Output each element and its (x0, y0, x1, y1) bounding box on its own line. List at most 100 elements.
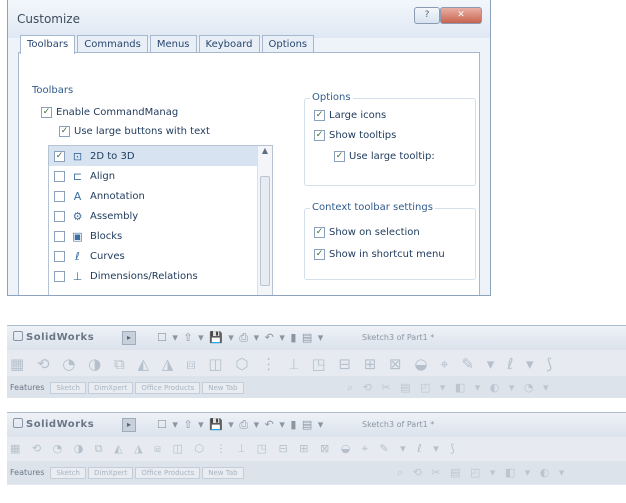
checkbox-mark[interactable]: ✓ (54, 150, 65, 162)
curves-icon: ℓ (75, 249, 80, 263)
options-group-label: Options (310, 92, 353, 103)
menu-arrow-icon[interactable]: ▸ (122, 418, 136, 432)
checkbox-mark: ✓ (41, 107, 52, 118)
commandmanager-tabs-row: Features Sketch DimXpert Office Products… (7, 461, 626, 484)
quick-access-toolbar[interactable]: ☐ ▾ ⇧ ▾ 💾 ▾ ⎙ ▾ ↶ ▾ ▮ ▤ ▾ (157, 331, 324, 345)
tab-sketch[interactable]: Sketch (50, 381, 86, 394)
checkbox-mark: ✓ (59, 126, 70, 137)
document-title: Sketch3 of Part1 * (362, 333, 435, 342)
toolbar-list-item[interactable]: ℓ Curves (49, 246, 272, 266)
checkbox-mark: ✓ (314, 249, 325, 260)
toolbar-list-item[interactable]: ⊥ Dimensions/Relations (49, 266, 272, 286)
checkbox-mark[interactable] (54, 170, 65, 182)
show-on-selection-label: Show on selection (329, 227, 420, 238)
checkbox-mark: ✓ (314, 227, 325, 238)
toolbar-list-item-label: Blocks (90, 230, 123, 242)
document-title: Sketch3 of Part1 * (362, 420, 435, 429)
tab-strip: Toolbars Commands Menus Keyboard Options (20, 35, 316, 54)
tab-features[interactable]: Features (10, 383, 44, 392)
toolbar-list-item-label: Align (90, 170, 116, 182)
large-buttons-label: Use large buttons with text (74, 126, 210, 137)
commandmanager-icons-row: ▦ ⟲ ◔ ◑ ⧉ ◭ ◮ ⧈ ◫ ⬡ ⋮ ⟂ ◳ ⊟ ⊞ ⊠ ◒ ⌖ ✎ ▾ … (7, 437, 626, 461)
scroll-up-icon[interactable]: ▲ (258, 146, 272, 160)
2d-to-3d-icon: ⊡ (72, 149, 83, 163)
dialog-title: Customize (17, 12, 80, 26)
checkbox-mark[interactable] (54, 210, 65, 222)
show-tooltips-checkbox[interactable]: ✓ Show tooltips (314, 130, 396, 141)
view-toolbar-icons[interactable]: ⌕ ⟲ ✂ ▤ ◰ ▾ ◧ ▾ ◐ ▾ (397, 466, 567, 480)
show-in-shortcut-label: Show in shortcut menu (329, 249, 445, 260)
large-icons-label: Large icons (329, 110, 387, 121)
commandmanager-tabs-row: Features Sketch DimXpert Office Products… (7, 376, 626, 398)
help-button[interactable]: ? (414, 7, 440, 24)
context-toolbar-group: Context toolbar settings (304, 202, 476, 280)
tab-options[interactable]: Options (261, 35, 315, 52)
checkbox-mark[interactable] (54, 250, 65, 262)
toolbar-list-item-label: Assembly (90, 210, 139, 222)
large-tooltips-label: Use large tooltip: (349, 151, 435, 162)
view-toolbar-icons[interactable]: ⌕ ⟲ ✂ ▤ ◰ ▾ ◧ ▾ ◐ ▾ ◔ ▾ (347, 381, 552, 395)
solidworks-logo[interactable]: SolidWorks (13, 418, 94, 430)
checkbox-mark[interactable] (54, 270, 65, 282)
dimensions-icon: ⊥ (72, 269, 83, 283)
align-icon: ⊏ (72, 169, 83, 183)
toolbar-list-item-label: 2D to 3D (90, 150, 135, 162)
toolbar-list-item-label: Dimensions/Relations (90, 270, 198, 282)
tab-menus[interactable]: Menus (149, 35, 197, 52)
toolbar-list-item-label: Curves (90, 250, 125, 262)
solidworks-logo[interactable]: SolidWorks (13, 331, 94, 343)
customize-dialog: Customize ? ✕ Toolbars Commands Menus Ke… (7, 0, 491, 296)
toolbar-list-item[interactable]: ⊏ Align (49, 166, 272, 186)
toolbar-list-item[interactable]: A Annotation (49, 186, 272, 206)
app-name: SolidWorks (26, 419, 95, 430)
enable-commandmanager-checkbox[interactable]: ✓ Enable CommandManag (41, 107, 178, 118)
toolbars-group-label: Toolbars (30, 85, 76, 96)
tab-new-tab[interactable]: New Tab (202, 466, 244, 479)
quick-access-toolbar[interactable]: ☐ ▾ ⇧ ▾ 💾 ▾ ⎙ ▾ ↶ ▾ ▮ ▤ ▾ (157, 418, 324, 432)
list-scrollbar[interactable]: ▲ (257, 146, 272, 295)
solidworks-toolbar-large: SolidWorks ▸ ☐ ▾ ⇧ ▾ 💾 ▾ ⎙ ▾ ↶ ▾ ▮ ▤ ▾ S… (7, 325, 626, 398)
checkbox-mark: ✓ (314, 130, 325, 141)
toolbar-list-item[interactable]: ▣ Blocks (49, 226, 272, 246)
show-in-shortcut-checkbox[interactable]: ✓ Show in shortcut menu (314, 249, 445, 260)
menu-arrow-icon[interactable]: ▸ (122, 331, 136, 345)
tab-toolbars[interactable]: Toolbars (20, 35, 76, 54)
assembly-icon: ⚙ (72, 209, 83, 223)
show-tooltips-label: Show tooltips (329, 130, 397, 141)
context-toolbar-group-label: Context toolbar settings (310, 202, 435, 213)
scroll-thumb[interactable] (260, 176, 270, 286)
tab-sketch[interactable]: Sketch (50, 466, 86, 479)
enable-commandmanager-label: Enable CommandManag (56, 107, 179, 118)
checkbox-mark[interactable] (54, 190, 65, 202)
close-button[interactable]: ✕ (440, 7, 482, 24)
toolbar-list-item[interactable]: ⚙ Assembly (49, 206, 272, 226)
title-row: SolidWorks ▸ ☐ ▾ ⇧ ▾ 💾 ▾ ⎙ ▾ ↶ ▾ ▮ ▤ ▾ S… (7, 326, 626, 350)
checkbox-mark: ✓ (334, 151, 345, 162)
blocks-icon: ▣ (72, 229, 83, 243)
large-icons-checkbox[interactable]: ✓ Large icons (314, 110, 386, 121)
title-row: SolidWorks ▸ ☐ ▾ ⇧ ▾ 💾 ▾ ⎙ ▾ ↶ ▾ ▮ ▤ ▾ S… (7, 413, 626, 437)
toolbars-list[interactable]: ✓ ⊡ 2D to 3D ⊏ Align A Annotation ⚙ Assembly ▣ Blo… (48, 145, 273, 295)
checkbox-mark: ✓ (314, 110, 325, 121)
tab-keyboard[interactable]: Keyboard (198, 35, 260, 52)
show-on-selection-checkbox[interactable]: ✓ Show on selection (314, 227, 420, 238)
app-name: SolidWorks (26, 332, 95, 343)
toolbar-list-item-label: Annotation (90, 190, 145, 202)
dialog-titlebar: Customize ? ✕ (8, 0, 490, 38)
tab-office-products[interactable]: Office Products (135, 466, 201, 479)
toolbar-list-item[interactable]: ✓ ⊡ 2D to 3D (49, 146, 272, 166)
tab-office-products[interactable]: Office Products (135, 381, 201, 394)
checkbox-mark[interactable] (54, 230, 65, 242)
large-tooltips-checkbox[interactable]: ✓ Use large tooltip: (334, 151, 435, 162)
tab-new-tab[interactable]: New Tab (202, 381, 244, 394)
large-buttons-checkbox[interactable]: ✓ Use large buttons with text (59, 126, 210, 137)
solidworks-toolbar-small: SolidWorks ▸ ☐ ▾ ⇧ ▾ 💾 ▾ ⎙ ▾ ↶ ▾ ▮ ▤ ▾ S… (7, 412, 626, 485)
commandmanager-icons[interactable]: ▦ ⟲ ◔ ◑ ⧉ ◭ ◮ ⧈ ◫ ⬡ ⋮ ⟂ ◳ ⊟ ⊞ ⊠ ◒ ⌖ ✎ ▾ … (10, 355, 556, 373)
tab-commands[interactable]: Commands (77, 35, 148, 52)
tab-features[interactable]: Features (10, 468, 44, 477)
tab-dimxpert[interactable]: DimXpert (88, 466, 134, 479)
commandmanager-icons[interactable]: ▦ ⟲ ◔ ◑ ⧉ ◭ ◮ ⧈ ◫ ⬡ ⋮ ⟂ ◳ ⊟ ⊞ ⊠ ◒ ⌖ ✎ ▾ … (10, 442, 459, 456)
commandmanager-icons-row: ▦ ⟲ ◔ ◑ ⧉ ◭ ◮ ⧈ ◫ ⬡ ⋮ ⟂ ◳ ⊟ ⊞ ⊠ ◒ ⌖ ✎ ▾ … (7, 350, 626, 376)
annotation-icon: A (73, 189, 82, 203)
tab-dimxpert[interactable]: DimXpert (88, 381, 134, 394)
